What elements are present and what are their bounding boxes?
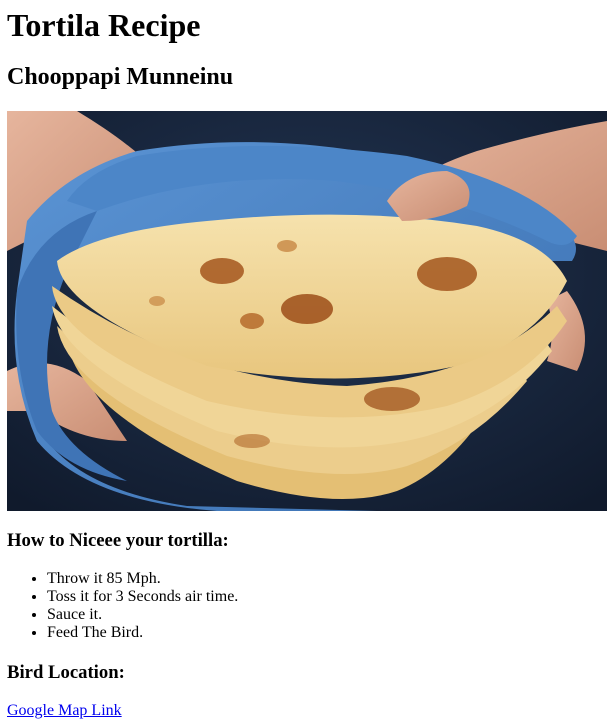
page-subtitle: Chooppapi Munneinu [7,64,234,90]
page-title: Tortila Recipe [7,7,201,43]
list-item: Feed The Bird. [47,624,238,642]
list-item: Sauce it. [47,606,238,624]
instructions-heading: How to Niceee your tortilla: [7,530,229,551]
location-heading: Bird Location: [7,662,125,683]
google-map-link[interactable]: Google Map Link [7,702,122,720]
instructions-list: Throw it 85 Mph. Toss it for 3 Seconds a… [7,570,238,642]
tortilla-photo [7,111,607,511]
list-item: Throw it 85 Mph. [47,570,238,588]
list-item: Toss it for 3 Seconds air time. [47,588,238,606]
